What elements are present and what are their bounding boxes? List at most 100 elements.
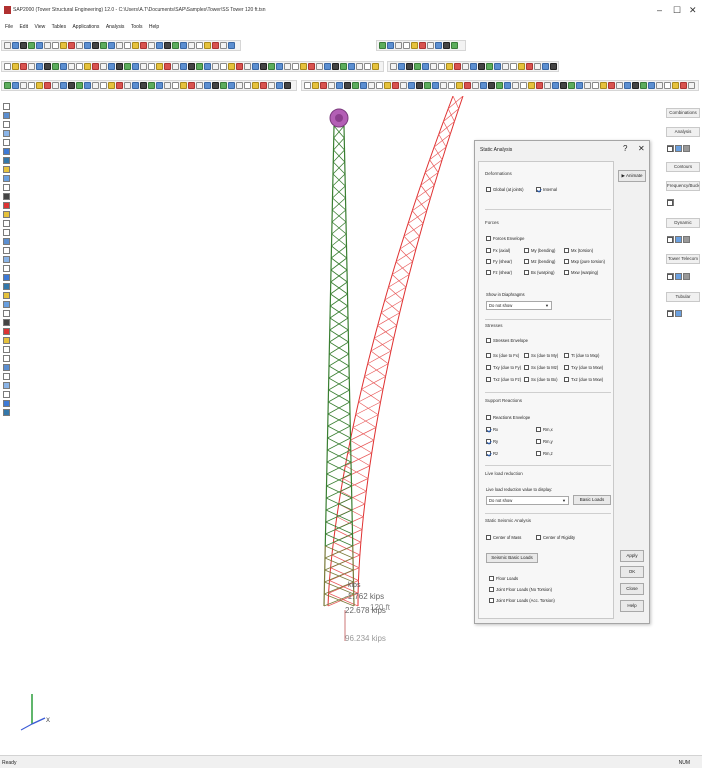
right-panel-tubular[interactable]: Tubular — [666, 292, 700, 302]
toolbar-tool-icon[interactable] — [140, 63, 147, 70]
side-tool-icon[interactable] — [2, 346, 10, 353]
toolbar-tool-icon[interactable] — [372, 63, 379, 70]
txy-mxw-checkbox[interactable] — [564, 365, 569, 370]
toolbar-tool-icon[interactable] — [552, 82, 559, 89]
toolbar-tool-icon[interactable] — [284, 82, 291, 89]
toolbar-tool-icon[interactable] — [220, 82, 227, 89]
side-tool-icon[interactable] — [2, 265, 10, 272]
toolbar-tool-icon[interactable] — [108, 82, 115, 89]
toolbar-row3-left[interactable] — [1, 80, 297, 91]
right-panel-analysis-icons[interactable] — [667, 145, 690, 152]
toolbar-tool-icon[interactable] — [616, 82, 623, 89]
toolbar-tool-icon[interactable] — [376, 82, 383, 89]
side-tool-icon[interactable] — [2, 283, 10, 290]
toolbar-tool-icon[interactable] — [228, 82, 235, 89]
toolbar-tool-icon[interactable] — [390, 63, 397, 70]
toolbar-tool-icon[interactable] — [387, 42, 394, 49]
toolbar-tool-icon[interactable] — [276, 82, 283, 89]
minimize-button[interactable]: – — [657, 5, 662, 15]
toolbar-tool-icon[interactable] — [60, 42, 67, 49]
toolbar-tool-icon[interactable] — [464, 82, 471, 89]
rmy-checkbox[interactable] — [536, 439, 541, 444]
mx-checkbox[interactable] — [564, 248, 569, 253]
internal-checkbox[interactable] — [536, 187, 541, 192]
toolbar-tool-icon[interactable] — [304, 82, 311, 89]
toolbar-tool-icon[interactable] — [260, 63, 267, 70]
toolbar-tool-icon[interactable] — [92, 42, 99, 49]
sx-fx-checkbox[interactable] — [486, 353, 491, 358]
ry-checkbox[interactable] — [486, 439, 491, 444]
toolbar-tool-icon[interactable] — [156, 63, 163, 70]
toolbar-tool-icon[interactable] — [156, 82, 163, 89]
basic-loads-button[interactable]: Basic Loads — [573, 495, 611, 505]
toolbar-tool-icon[interactable] — [438, 63, 445, 70]
toolbar-tool-icon[interactable] — [451, 42, 458, 49]
toolbar-tool-icon[interactable] — [664, 82, 671, 89]
txz-fz-checkbox[interactable] — [486, 377, 491, 382]
side-tool-icon[interactable] — [2, 184, 10, 191]
toolbar-tool-icon[interactable] — [28, 63, 35, 70]
toolbar-tool-icon[interactable] — [518, 63, 525, 70]
toolbar-tool-icon[interactable] — [600, 82, 607, 89]
toolbar-tool-icon[interactable] — [419, 42, 426, 49]
rz-checkbox[interactable] — [486, 451, 491, 456]
toolbar-tool-icon[interactable] — [4, 82, 11, 89]
toolbar-tool-icon[interactable] — [472, 82, 479, 89]
toolbar-tool-icon[interactable] — [276, 63, 283, 70]
rx-checkbox[interactable] — [486, 427, 491, 432]
toolbar-tool-icon[interactable] — [542, 63, 549, 70]
side-tool-icon[interactable] — [2, 274, 10, 281]
toolbar-tool-icon[interactable] — [268, 63, 275, 70]
live-load-select[interactable]: Do not show ▼ — [486, 496, 569, 505]
txy-fy-checkbox[interactable] — [486, 365, 491, 370]
toolbar-tool-icon[interactable] — [308, 63, 315, 70]
right-panel-tubular-icons[interactable] — [667, 310, 682, 317]
toolbar-tool-icon[interactable] — [60, 82, 67, 89]
side-tool-icon[interactable] — [2, 121, 10, 128]
toolbar-tool-icon[interactable] — [456, 82, 463, 89]
toolbar-tool-icon[interactable] — [20, 63, 27, 70]
toolbar-tool-icon[interactable] — [164, 82, 171, 89]
toolbar-tool-icon[interactable] — [124, 63, 131, 70]
toolbar-tool-icon[interactable] — [432, 82, 439, 89]
side-tool-icon[interactable] — [2, 193, 10, 200]
toolbar-tool-icon[interactable] — [36, 82, 43, 89]
toolbar-tool-icon[interactable] — [550, 63, 557, 70]
toolbar-tool-icon[interactable] — [12, 63, 19, 70]
toolbar-tool-icon[interactable] — [172, 42, 179, 49]
toolbar-tool-icon[interactable] — [28, 42, 35, 49]
toolbar-tool-icon[interactable] — [640, 82, 647, 89]
toolbar-tool-icon[interactable] — [244, 82, 251, 89]
side-tool-icon[interactable] — [2, 130, 10, 137]
toolbar-tool-icon[interactable] — [688, 82, 695, 89]
toolbar-tool-icon[interactable] — [348, 63, 355, 70]
toolbar-tool-icon[interactable] — [632, 82, 639, 89]
close-button[interactable]: Close — [620, 583, 644, 595]
bx-checkbox[interactable] — [524, 270, 529, 275]
side-tool-icon[interactable] — [2, 382, 10, 389]
toolbar-tool-icon[interactable] — [76, 82, 83, 89]
side-tool-icon[interactable] — [2, 364, 10, 371]
side-tool-icon[interactable] — [2, 211, 10, 218]
toolbar-tool-icon[interactable] — [196, 63, 203, 70]
toolbar-tool-icon[interactable] — [462, 63, 469, 70]
mz-checkbox[interactable] — [524, 259, 529, 264]
toolbar-tool-icon[interactable] — [84, 82, 91, 89]
toolbar-tool-icon[interactable] — [496, 82, 503, 89]
side-tool-icon[interactable] — [2, 409, 10, 416]
toolbar-tool-icon[interactable] — [316, 63, 323, 70]
side-tool-icon[interactable] — [2, 202, 10, 209]
toolbar-tool-icon[interactable] — [36, 42, 43, 49]
menu-file[interactable]: File — [5, 24, 13, 30]
fx-checkbox[interactable] — [486, 248, 491, 253]
toolbar-tool-icon[interactable] — [220, 63, 227, 70]
toolbar-tool-icon[interactable] — [446, 63, 453, 70]
toolbar-tool-icon[interactable] — [430, 63, 437, 70]
toolbar-tool-icon[interactable] — [132, 63, 139, 70]
side-tool-icon[interactable] — [2, 220, 10, 227]
toolbar-tool-icon[interactable] — [536, 82, 543, 89]
toolbar-tool-icon[interactable] — [526, 63, 533, 70]
toolbar-tool-icon[interactable] — [443, 42, 450, 49]
mxp-checkbox[interactable] — [564, 259, 569, 264]
toolbar-tool-icon[interactable] — [395, 42, 402, 49]
